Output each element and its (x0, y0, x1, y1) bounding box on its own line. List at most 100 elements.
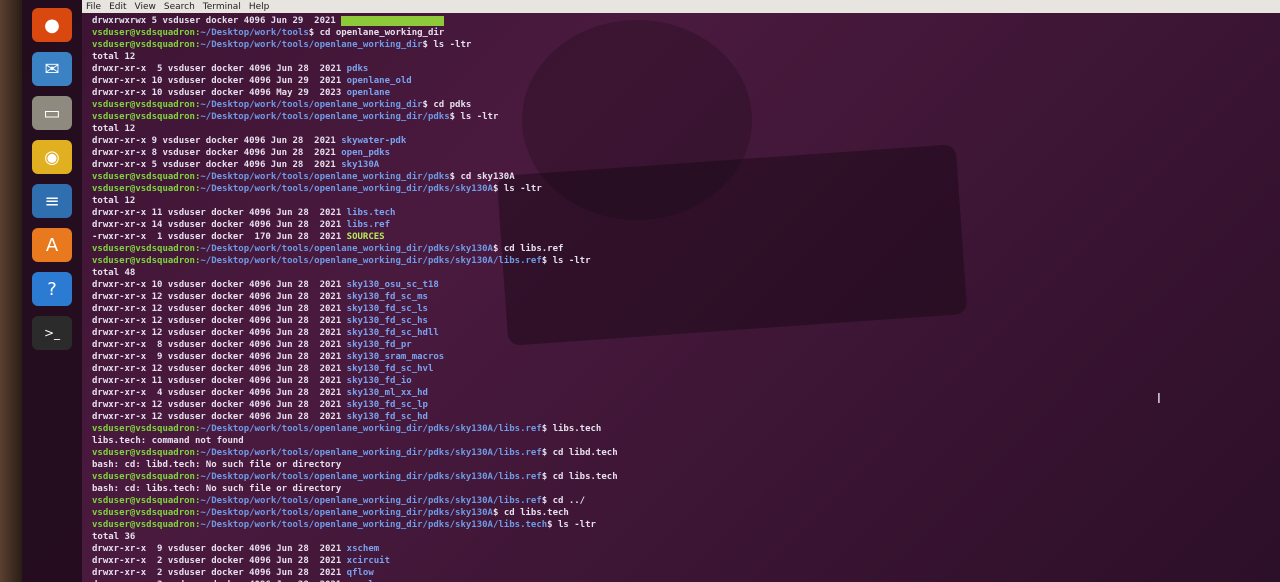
terminal-line: total 12 (92, 51, 1280, 63)
terminal-text: $ cd libs.ref (492, 244, 564, 254)
terminal-line: vsduser@vsdsquadron:~/Desktop/work/tools… (92, 471, 1280, 483)
terminal-text-prompt-path: ~/Desktop/work/tools/openlane_working_di… (200, 472, 542, 482)
terminal-text-dir: open_pdks (341, 148, 391, 158)
launcher-dock: ● ✉ ▭ ◉ ≡ A? >_ (22, 0, 82, 582)
terminal-text-prompt-user: vsduser@vsdsquadron: (92, 496, 201, 506)
terminal-text-dir: skywater-pdk (341, 136, 407, 146)
terminal-line: bash: cd: libd.tech: No such file or dir… (92, 459, 1280, 471)
terminal-line: drwxr-xr-x 14 vsduser docker 4096 Jun 28… (92, 219, 1280, 231)
terminal-text-dir: libs.ref (346, 220, 391, 230)
terminal-line: drwxr-xr-x 10 vsduser docker 4096 May 29… (92, 87, 1280, 99)
terminal-text-prompt-path: ~/Desktop/work/tools/openlane_working_di… (200, 40, 423, 50)
terminal-text-dir: qflow (346, 568, 374, 578)
terminal-line: vsduser@vsdsquadron:~/Desktop/work/tools… (92, 423, 1280, 435)
help-icon[interactable]: ? (32, 272, 72, 306)
terminal-text: drwxr-xr-x 12 vsduser docker 4096 Jun 28… (92, 364, 347, 374)
terminal-text: $ cd libd.tech (541, 448, 618, 458)
menu-file[interactable]: File (86, 2, 101, 12)
terminal-text-prompt-path: ~/Desktop/work/tools/openlane_working_di… (200, 424, 542, 434)
terminal-text-prompt-user: vsduser@vsdsquadron: (92, 520, 201, 530)
terminal-text: libs.tech: command not found (92, 436, 244, 446)
terminal-icon[interactable]: >_ (32, 316, 72, 350)
software-center-icon[interactable]: A (32, 228, 72, 262)
menu-search[interactable]: Search (164, 2, 195, 12)
terminal-text-exec: SOURCES (346, 232, 385, 242)
terminal-text-prompt-path: ~/Desktop/work/tools/openlane_working_di… (200, 100, 423, 110)
menu-view[interactable]: View (135, 2, 156, 12)
terminal-line: vsduser@vsdsquadron:~/Desktop/work/tools… (92, 243, 1280, 255)
terminal-text: total 12 (92, 196, 136, 206)
terminal-text: total 12 (92, 52, 136, 62)
terminal-text-dir: sky130_fd_sc_hd (346, 412, 428, 422)
terminal-text: $ cd libs.tech (492, 508, 569, 518)
terminal-text-prompt-user: vsduser@vsdsquadron: (92, 28, 201, 38)
terminal-text: $ cd ../ (541, 496, 586, 506)
terminal-line: vsduser@vsdsquadron:~/Desktop/work/tools… (92, 27, 1280, 39)
terminal-text: -rwxr-xr-x 1 vsduser docker 170 Jun 28 2… (92, 232, 347, 242)
terminal-text-dir: openlane (346, 88, 391, 98)
terminal-text: drwxr-xr-x 5 vsduser docker 4096 Jun 28 … (92, 160, 342, 170)
terminal-text-prompt-path: ~/Desktop/work/tools/openlane_working_di… (200, 112, 450, 122)
terminal-line: drwxr-xr-x 12 vsduser docker 4096 Jun 28… (92, 399, 1280, 411)
terminal-output[interactable]: drwxrwxrwx 5 vsduser docker 4096 Jun 29 … (82, 13, 1280, 582)
terminal-text: drwxr-xr-x 11 vsduser docker 4096 Jun 28… (92, 376, 347, 386)
terminal-text: drwxr-xr-x 12 vsduser docker 4096 Jun 28… (92, 412, 347, 422)
terminal-line: vsduser@vsdsquadron:~/Desktop/work/tools… (92, 171, 1280, 183)
terminal-text: drwxr-xr-x 2 vsduser docker 4096 Jun 28 … (92, 568, 347, 578)
terminal-line: vsduser@vsdsquadron:~/Desktop/work/tools… (92, 99, 1280, 111)
terminal-text: drwxr-xr-x 10 vsduser docker 4096 Jun 29… (92, 76, 347, 86)
terminal-text: $ ls -ltr (422, 40, 472, 50)
terminal-text: total 36 (92, 532, 136, 542)
terminal-text: drwxr-xr-x 10 vsduser docker 4096 May 29… (92, 88, 347, 98)
terminal-text-prompt-user: vsduser@vsdsquadron: (92, 448, 201, 458)
terminal-line: drwxr-xr-x 12 vsduser docker 4096 Jun 28… (92, 315, 1280, 327)
thunderbird-icon[interactable]: ✉ (32, 52, 72, 86)
menu-edit[interactable]: Edit (109, 2, 126, 12)
terminal-line: -rwxr-xr-x 1 vsduser docker 170 Jun 28 2… (92, 231, 1280, 243)
terminal-text-prompt-path: ~/Desktop/work/tools/openlane_working_di… (200, 508, 493, 518)
terminal-text: $ cd openlane_working_dir (308, 28, 445, 38)
terminal-text-prompt-path: ~/Desktop/work/tools (200, 28, 309, 38)
terminal-line: libs.tech: command not found (92, 435, 1280, 447)
terminal-line: drwxr-xr-x 11 vsduser docker 4096 Jun 28… (92, 375, 1280, 387)
terminal-text-prompt-user: vsduser@vsdsquadron: (92, 256, 201, 266)
terminal-text: drwxr-xr-x 5 vsduser docker 4096 Jun 28 … (92, 64, 347, 74)
terminal-text-dir: xcircuit (346, 556, 391, 566)
terminal-line: drwxr-xr-x 10 vsduser docker 4096 Jun 29… (92, 75, 1280, 87)
writer-icon[interactable]: ≡ (32, 184, 72, 218)
terminal-text: bash: cd: libd.tech: No such file or dir… (92, 460, 342, 470)
terminal-line: vsduser@vsdsquadron:~/Desktop/work/tools… (92, 111, 1280, 123)
firefox-icon[interactable]: ● (32, 8, 72, 42)
terminal-text: total 12 (92, 124, 136, 134)
terminal-line: drwxr-xr-x 12 vsduser docker 4096 Jun 28… (92, 411, 1280, 423)
terminal-text: drwxr-xr-x 12 vsduser docker 4096 Jun 28… (92, 316, 347, 326)
rhythmbox-icon[interactable]: ◉ (32, 140, 72, 174)
terminal-text-dir: sky130_fd_sc_hs (346, 316, 428, 326)
terminal-text: drwxr-xr-x 14 vsduser docker 4096 Jun 28… (92, 220, 347, 230)
terminal-line: drwxr-xr-x 4 vsduser docker 4096 Jun 28 … (92, 387, 1280, 399)
terminal-text-dir: sky130_sram_macros (346, 352, 445, 362)
terminal-text: drwxr-xr-x 8 vsduser docker 4096 Jun 28 … (92, 340, 347, 350)
terminal-text-dir: sky130_fd_sc_lp (346, 400, 428, 410)
menu-help[interactable]: Help (249, 2, 270, 12)
terminal-line: drwxr-xr-x 2 vsduser docker 4096 Jun 28 … (92, 555, 1280, 567)
terminal-text-prompt-path: ~/Desktop/work/tools/openlane_working_di… (200, 184, 493, 194)
terminal-text-prompt-path: ~/Desktop/work/tools/openlane_working_di… (200, 172, 450, 182)
terminal-line: drwxr-xr-x 8 vsduser docker 4096 Jun 28 … (92, 339, 1280, 351)
terminal-text-prompt-user: vsduser@vsdsquadron: (92, 112, 201, 122)
terminal-text-prompt-path: ~/Desktop/work/tools/openlane_working_di… (200, 244, 493, 254)
terminal-line: drwxr-xr-x 12 vsduser docker 4096 Jun 28… (92, 327, 1280, 339)
terminal-text: drwxr-xr-x 12 vsduser docker 4096 Jun 28… (92, 292, 347, 302)
terminal-text-dir: openlane_old (346, 76, 412, 86)
terminal-line: total 36 (92, 531, 1280, 543)
files-icon[interactable]: ▭ (32, 96, 72, 130)
terminal-text-prompt-path: ~/Desktop/work/tools/openlane_working_di… (200, 448, 542, 458)
monitor-bezel (0, 0, 22, 582)
menu-terminal[interactable]: Terminal (203, 2, 241, 12)
terminal-text-hl (341, 16, 445, 26)
terminal-text: drwxr-xr-x 12 vsduser docker 4096 Jun 28… (92, 304, 347, 314)
terminal-text-dir: sky130_fd_sc_ls (346, 304, 428, 314)
terminal-text-prompt-user: vsduser@vsdsquadron: (92, 244, 201, 254)
terminal-text-prompt-path: ~/Desktop/work/tools/openlane_working_di… (200, 520, 548, 530)
terminal-text: $ ls -ltr (492, 184, 542, 194)
